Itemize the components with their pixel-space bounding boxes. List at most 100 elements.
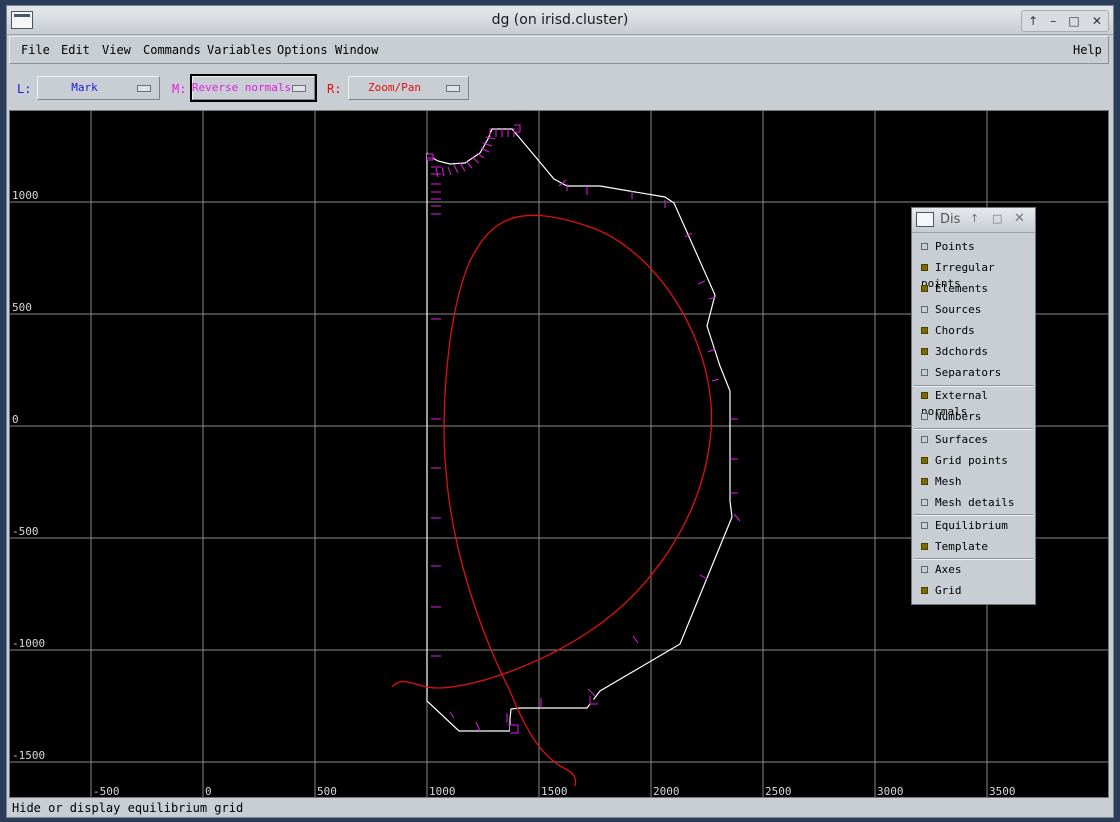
toggle-label: Grid bbox=[935, 584, 962, 597]
checkbox-icon bbox=[921, 542, 928, 550]
menu-help[interactable]: Help bbox=[1073, 43, 1102, 57]
menu-bar: File Edit View Commands Variables Option… bbox=[9, 36, 1109, 64]
toggle-grid[interactable]: Grid bbox=[921, 583, 962, 599]
option-menu-icon bbox=[292, 85, 306, 92]
menu-window[interactable]: Window bbox=[335, 43, 378, 57]
y-tick-label: 1000 bbox=[12, 189, 39, 202]
checkbox-icon bbox=[921, 242, 928, 250]
panel-divider bbox=[914, 428, 1033, 430]
menu-variables[interactable]: Variables bbox=[207, 43, 272, 57]
checkbox-icon bbox=[921, 477, 928, 485]
toggle-label: Equilibrium bbox=[935, 519, 1008, 532]
toggle-label: Numbers bbox=[935, 410, 982, 423]
toggle-template[interactable]: Template bbox=[921, 539, 988, 555]
y-tick-label: 500 bbox=[12, 301, 32, 314]
left-mode-select[interactable]: Mark bbox=[37, 76, 160, 100]
toggle-label: Mesh bbox=[935, 475, 962, 488]
toggle-label: Sources bbox=[935, 303, 982, 316]
menu-view[interactable]: View bbox=[102, 43, 131, 57]
menu-commands[interactable]: Commands bbox=[143, 43, 201, 57]
panel-divider bbox=[914, 514, 1033, 516]
panel-title-bar[interactable]: Dis ↑ □ ✕ bbox=[912, 208, 1035, 233]
checkbox-icon bbox=[921, 284, 928, 292]
vessel-wall bbox=[426, 128, 733, 732]
right-button-label: R: bbox=[327, 82, 342, 96]
checkbox-icon bbox=[921, 326, 928, 334]
x-tick-label: 1500 bbox=[541, 785, 568, 797]
checkbox-icon bbox=[921, 498, 928, 506]
checkbox-icon bbox=[921, 347, 928, 355]
checkbox-icon bbox=[921, 521, 928, 529]
menu-edit[interactable]: Edit bbox=[61, 43, 90, 57]
checkbox-icon bbox=[921, 565, 928, 573]
toggle-label: Chords bbox=[935, 324, 975, 337]
toggle-label: Mesh details bbox=[935, 496, 1015, 509]
right-mode-select[interactable]: Zoom/Pan bbox=[348, 76, 469, 100]
close-icon[interactable]: ✕ bbox=[1092, 15, 1102, 27]
option-menu-icon bbox=[137, 85, 151, 92]
toggle-separators[interactable]: Separators bbox=[921, 365, 1001, 381]
maximize-icon[interactable]: □ bbox=[992, 212, 1002, 225]
menu-options[interactable]: Options bbox=[277, 43, 328, 57]
axis-tick-labels: -500 0 500 1000 1500 2000 2500 3000 3500… bbox=[12, 189, 1016, 797]
toggle-sources[interactable]: Sources bbox=[921, 302, 981, 318]
toggle-irregular-points[interactable]: Irregular points bbox=[921, 260, 1035, 290]
toggle-mesh-details[interactable]: Mesh details bbox=[921, 495, 1014, 511]
panel-title: Dis bbox=[940, 212, 961, 227]
toggle-axes[interactable]: Axes bbox=[921, 562, 962, 578]
minimize-icon[interactable]: – bbox=[1050, 15, 1056, 27]
menu-file[interactable]: File bbox=[21, 43, 50, 57]
checkbox-icon bbox=[921, 368, 928, 376]
separatrix-curve bbox=[391, 214, 713, 787]
toggle-numbers[interactable]: Numbers bbox=[921, 409, 981, 425]
panel-divider bbox=[914, 385, 1033, 387]
normal-ticks bbox=[427, 124, 741, 734]
toggle-label: Elements bbox=[935, 282, 988, 295]
y-tick-label: -500 bbox=[12, 525, 39, 538]
wall-normals bbox=[427, 124, 741, 734]
toggle-label: Surfaces bbox=[935, 433, 988, 446]
checkbox-icon bbox=[921, 586, 928, 594]
option-menu-icon bbox=[446, 85, 460, 92]
x-tick-label: -500 bbox=[93, 785, 120, 797]
y-tick-label: 0 bbox=[12, 413, 19, 426]
checkbox-icon bbox=[921, 263, 928, 271]
toggle-label: Template bbox=[935, 540, 988, 553]
status-bar: Hide or display equilibrium grid bbox=[12, 801, 244, 815]
x-tick-label: 0 bbox=[205, 785, 212, 797]
panel-divider bbox=[914, 558, 1033, 560]
y-tick-label: -1000 bbox=[12, 637, 45, 650]
toggle-label: Grid points bbox=[935, 454, 1008, 467]
checkbox-icon bbox=[921, 391, 928, 399]
window-title: dg (on irisd.cluster) bbox=[491, 12, 629, 28]
left-mode-value: Mark bbox=[71, 81, 98, 94]
raise-icon[interactable]: ↑ bbox=[970, 212, 979, 225]
checkbox-icon bbox=[921, 435, 928, 443]
toggle-chords[interactable]: Chords bbox=[921, 323, 975, 339]
toggle-label: Separators bbox=[935, 366, 1002, 379]
y-tick-label: -1500 bbox=[12, 749, 45, 762]
toggle-elements[interactable]: Elements bbox=[921, 281, 988, 297]
toggle-surfaces[interactable]: Surfaces bbox=[921, 432, 988, 448]
window-controls: ↑ – □ ✕ bbox=[1021, 10, 1109, 32]
middle-mode-value: Reverse normals bbox=[191, 81, 292, 94]
middle-button-label: M: bbox=[172, 82, 187, 96]
toggle-3dchords[interactable]: 3dchords bbox=[921, 344, 988, 360]
maximize-icon[interactable]: □ bbox=[1068, 15, 1079, 27]
title-bar[interactable]: dg (on irisd.cluster) ↑ – □ ✕ bbox=[7, 6, 1113, 35]
raise-icon[interactable]: ↑ bbox=[1028, 15, 1038, 27]
toggle-equilibrium[interactable]: Equilibrium bbox=[921, 518, 1008, 534]
x-tick-label: 1000 bbox=[429, 785, 456, 797]
toggle-mesh[interactable]: Mesh bbox=[921, 474, 962, 490]
right-mode-value: Zoom/Pan bbox=[368, 81, 421, 94]
checkbox-icon bbox=[921, 305, 928, 313]
toggle-label: Points bbox=[935, 240, 975, 253]
toggle-external-normals[interactable]: External normals bbox=[921, 388, 1035, 418]
panel-menu-icon[interactable] bbox=[916, 212, 934, 227]
middle-mode-select[interactable]: Reverse normals bbox=[190, 74, 317, 102]
toggle-grid-points[interactable]: Grid points bbox=[921, 453, 1008, 469]
close-icon[interactable]: ✕ bbox=[1014, 211, 1025, 226]
toggle-points[interactable]: Points bbox=[921, 239, 975, 255]
mouse-mode-toolbar: L: Mark M: Reverse normals R: Zoom/Pan bbox=[9, 68, 1109, 108]
x-tick-label: 500 bbox=[317, 785, 337, 797]
